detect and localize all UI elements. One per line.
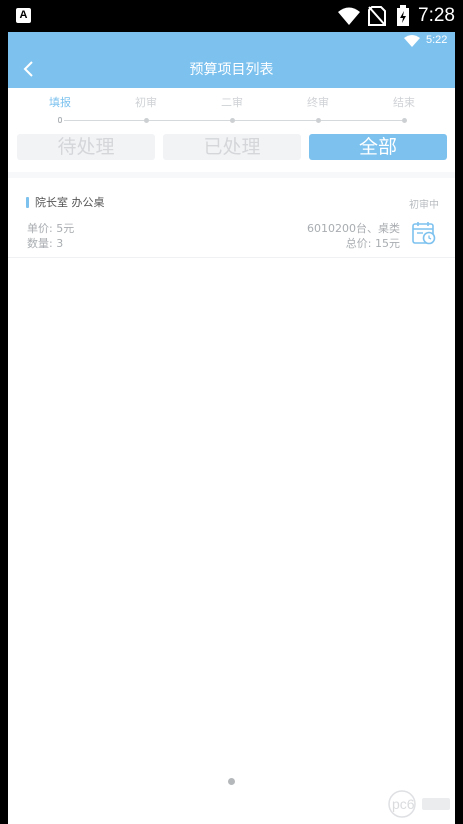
step-label-second-review[interactable]: 二审 [202,94,262,110]
item-quantity: 数量: 3 [27,237,64,250]
item-status: 初审中 [409,200,439,211]
wifi-icon [338,7,360,25]
step-dot [402,118,407,123]
page-indicator-dot [228,778,235,785]
calendar-clock-icon[interactable] [411,220,437,246]
step-label-final-review[interactable]: 终审 [288,94,348,110]
battery-charging-icon [397,5,409,26]
os-status-bar: A 7:28 [0,0,463,32]
budget-item-card[interactable]: 院长室 办公桌 初审中 单价: 5元 数量: 3 6010200台、桌类 总价:… [8,178,455,258]
step-dot [144,118,149,123]
workflow-stepper: 填报 初审 二审 终审 结束 [8,88,455,128]
step-dot [230,118,235,123]
os-clock: 7:28 [418,5,455,26]
top-navbar: 预算项目列表 [8,50,455,88]
step-label-finished[interactable]: 结束 [374,94,434,110]
wifi-icon [404,35,420,47]
filter-tabs: 待处理 已处理 全部 [8,134,455,162]
step-dot [316,118,321,123]
item-category-code: 6010200台、桌类 [307,222,400,235]
accessibility-badge-icon: A [16,8,31,23]
tab-all[interactable]: 全部 [309,134,447,160]
app-clock: 5:22 [426,34,448,46]
step-dot-current [58,117,62,123]
page-title: 预算项目列表 [189,62,274,78]
title-accent-bar [26,197,29,208]
app-screen: 5:22 预算项目列表 填报 初审 二审 终审 结束 待处理 已处理 全部 院长… [8,32,455,824]
item-title: 院长室 办公桌 [35,196,105,209]
app-status-bar: 5:22 [8,32,455,50]
item-unit-price: 单价: 5元 [27,222,75,235]
step-label-fill[interactable]: 填报 [30,94,90,110]
tab-processed[interactable]: 已处理 [163,134,301,160]
svg-text:pc6: pc6 [392,796,415,812]
tab-pending[interactable]: 待处理 [17,134,155,160]
pc6-watermark-logo: pc6 [388,790,450,818]
item-total-price: 总价: 15元 [345,237,400,250]
step-label-first-review[interactable]: 初审 [116,94,176,110]
no-sim-icon [368,6,386,26]
